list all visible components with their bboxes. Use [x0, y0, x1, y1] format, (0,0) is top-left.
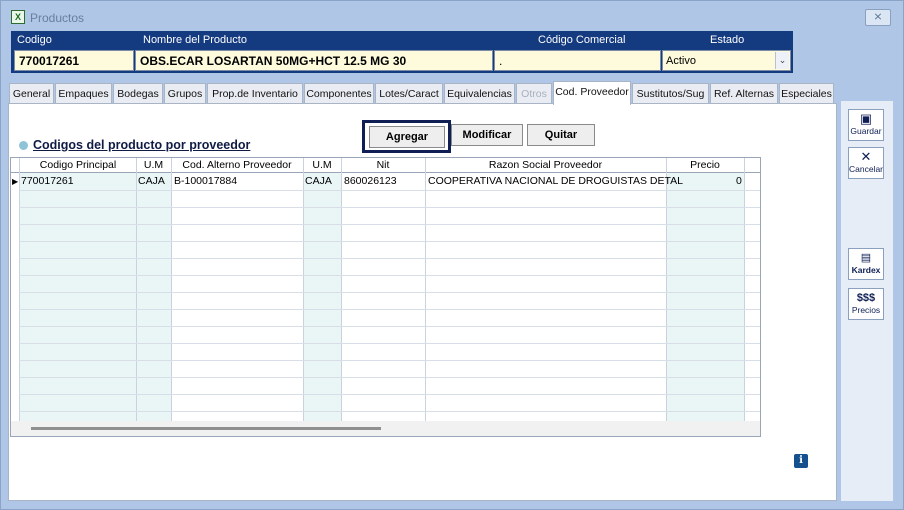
precios-button[interactable]: $$$ Precios: [848, 288, 884, 320]
col-header[interactable]: U.M: [303, 159, 341, 171]
cell-nit[interactable]: 860026123: [344, 175, 397, 187]
col-header[interactable]: Codigo Principal: [20, 159, 136, 171]
tab-general[interactable]: General: [9, 83, 54, 104]
estado-label: Estado: [710, 34, 745, 46]
ledger-icon: ▤: [860, 252, 872, 264]
tab-bodegas[interactable]: Bodegas: [113, 83, 163, 104]
horizontal-scrollbar[interactable]: [11, 421, 760, 436]
nombre-field[interactable]: OBS.ECAR LOSARTAN 50MG+HCT 12.5 MG 30: [135, 50, 493, 71]
chevron-down-icon[interactable]: ⌄: [775, 52, 789, 69]
scroll-thumb[interactable]: [31, 427, 381, 430]
excel-icon: X: [11, 10, 25, 24]
kardex-label: Kardex: [851, 265, 881, 275]
title-bar: X Productos ⨯: [1, 1, 903, 31]
modificar-button[interactable]: Modificar: [451, 124, 523, 146]
comercial-label: Código Comercial: [538, 34, 626, 46]
tab-componentes[interactable]: Componentes: [304, 83, 374, 104]
estado-value: Activo: [666, 55, 696, 67]
estado-select[interactable]: Activo ⌄: [662, 50, 791, 71]
tab-prop-inventario[interactable]: Prop.de Inventario: [207, 83, 303, 104]
col-shade-um1: [136, 173, 171, 435]
cell-razon[interactable]: COOPERATIVA NACIONAL DE DROGUISTAS DETAL: [428, 175, 683, 187]
quitar-button[interactable]: Quitar: [527, 124, 595, 146]
cod-proveedor-panel: Codigos del producto por proveedor Agreg…: [8, 103, 837, 501]
guardar-button[interactable]: ▣ Guardar: [848, 109, 884, 141]
precios-label: Precios: [851, 305, 881, 315]
col-header[interactable]: Precio: [666, 159, 744, 171]
comercial-field[interactable]: .: [494, 50, 661, 71]
col-header[interactable]: Nit: [341, 159, 425, 171]
codigo-label: Codigo: [17, 34, 52, 46]
cancelar-button[interactable]: ✕ Cancelar: [848, 147, 884, 179]
cancelar-label: Cancelar: [849, 164, 884, 174]
tab-grupos[interactable]: Grupos: [164, 83, 206, 104]
tab-cod-proveedor[interactable]: Cod. Proveedor: [553, 81, 631, 105]
cell-um2[interactable]: CAJA: [305, 175, 332, 187]
cell-codigo[interactable]: 770017261: [21, 175, 74, 187]
window-title: Productos: [30, 11, 85, 25]
info-icon[interactable]: i: [794, 454, 808, 468]
col-header[interactable]: Razon Social Proveedor: [425, 159, 666, 171]
bullet-icon: [19, 141, 28, 150]
col-shade-um2: [303, 173, 341, 435]
col-header[interactable]: Cod. Alterno Proveedor: [171, 159, 303, 171]
tab-otros: Otros: [516, 83, 552, 104]
tab-equivalencias[interactable]: Equivalencias: [444, 83, 515, 104]
proveedor-table: Codigo Principal U.M Cod. Alterno Provee…: [10, 157, 761, 437]
table-header: Codigo Principal U.M Cod. Alterno Provee…: [11, 158, 760, 173]
close-button[interactable]: ⨯: [865, 9, 891, 26]
cell-alterno[interactable]: B-100017884: [174, 175, 237, 187]
tab-ref-alternas[interactable]: Ref. Alternas: [710, 83, 778, 104]
x-icon: ✕: [860, 149, 872, 164]
dollar-icon: $$$: [856, 292, 876, 304]
cell-um1[interactable]: CAJA: [138, 175, 165, 187]
floppy-disk-icon: ▣: [859, 111, 873, 126]
col-shade-codigo: [20, 173, 136, 435]
col-shade-precio: [666, 173, 744, 435]
tab-sustitutos[interactable]: Sustitutos/Sug: [632, 83, 709, 104]
nombre-label: Nombre del Producto: [143, 34, 247, 46]
codigo-field[interactable]: 770017261: [14, 50, 134, 71]
kardex-button[interactable]: ▤ Kardex: [848, 248, 884, 280]
agregar-button[interactable]: Agregar: [369, 126, 445, 148]
tab-empaques[interactable]: Empaques: [55, 83, 112, 104]
tab-lotes-caract[interactable]: Lotes/Caract: [375, 83, 443, 104]
col-header[interactable]: U.M: [136, 159, 171, 171]
productos-window: X Productos ⨯ Codigo Nombre del Producto…: [0, 0, 904, 510]
guardar-label: Guardar: [850, 126, 882, 136]
product-header: Codigo Nombre del Producto Código Comerc…: [11, 31, 793, 73]
row-pointer-icon: ▶: [12, 177, 19, 186]
section-title: Codigos del producto por proveedor: [33, 138, 251, 152]
tab-especiales[interactable]: Especiales: [779, 83, 834, 104]
cell-precio[interactable]: 0: [736, 175, 742, 187]
